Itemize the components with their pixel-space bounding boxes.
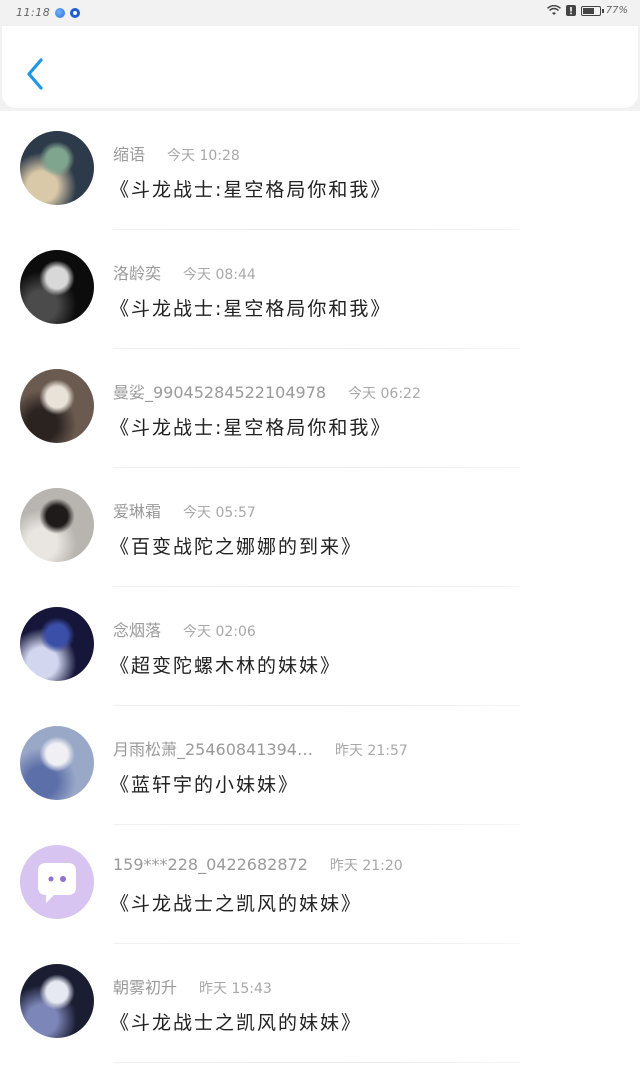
- timestamp: 今天 08:44: [183, 267, 256, 283]
- user-name[interactable]: 朝雾初升: [113, 974, 177, 998]
- timestamp: 昨天 21:20: [329, 858, 403, 874]
- story-title[interactable]: 《斗龙战士之凯风的妹妹》: [110, 1008, 362, 1035]
- status-right: 77%: [546, 5, 628, 16]
- user-name[interactable]: 缩语: [113, 141, 145, 165]
- message-list: 缩语 今天 10:28 《斗龙战士:星空格局你和我》 洛龄奕 今天 08:44 《斗龙战士…: [0, 111, 640, 1067]
- list-item[interactable]: 缩语 今天 10:28 《斗龙战士:星空格局你和我》: [0, 111, 640, 230]
- battery-fill: [582, 7, 595, 14]
- alert-icon: [565, 5, 576, 16]
- user-name[interactable]: 念烟落: [113, 617, 161, 641]
- list-item[interactable]: 月雨松萧_25460841394… 昨天 21:57 《蓝轩宇的小妹妹》: [0, 706, 640, 825]
- story-title[interactable]: 《百变战陀之娜娜的到来》: [110, 532, 362, 559]
- avatar[interactable]: [20, 964, 94, 1038]
- status-bar: 11:18 77%: [0, 0, 640, 26]
- timestamp: 昨天 21:57: [334, 743, 408, 759]
- comment-list-page: 11:18 77% 缩语 今天 10:28 《斗龙战士:星空格局你和我》 洛龄奕…: [0, 0, 640, 1067]
- top-navigation-bar: [2, 26, 638, 108]
- item-meta: 念烟落 今天 02:06: [113, 617, 256, 641]
- divider: [113, 1062, 520, 1063]
- avatar[interactable]: [20, 131, 94, 205]
- timestamp: 今天 10:28: [167, 148, 240, 164]
- list-item[interactable]: 朝雾初升 昨天 15:43 《斗龙战士之凯风的妹妹》: [0, 944, 640, 1063]
- timestamp: 今天 06:22: [348, 386, 421, 402]
- status-time: 11:18: [16, 6, 51, 19]
- avatar[interactable]: [20, 250, 94, 324]
- list-item[interactable]: 洛龄奕 今天 08:44 《斗龙战士:星空格局你和我》: [0, 230, 640, 349]
- user-name[interactable]: 洛龄奕: [113, 260, 161, 284]
- story-title[interactable]: 《超变陀螺木林的妹妹》: [110, 651, 341, 678]
- timestamp: 昨天 15:43: [199, 981, 272, 997]
- list-item[interactable]: 爱琳霜 今天 05:57 《百变战陀之娜娜的到来》: [0, 468, 640, 587]
- list-item[interactable]: 159***228_0422682872 昨天 21:20 《斗龙战士之凯风的妹妹》: [0, 825, 640, 944]
- timestamp: 今天 02:06: [183, 624, 256, 640]
- chevron-left-icon: [27, 58, 43, 90]
- story-title[interactable]: 《斗龙战士之凯风的妹妹》: [110, 889, 362, 916]
- user-name[interactable]: 爱琳霜: [113, 498, 161, 522]
- notification-app-icon: [70, 7, 81, 18]
- battery-percent: 77%: [605, 5, 628, 16]
- story-title[interactable]: 《斗龙战士:星空格局你和我》: [110, 413, 391, 440]
- item-meta: 朝雾初升 昨天 15:43: [113, 974, 272, 998]
- list-item[interactable]: 曼娑_99045284522104978 今天 06:22 《斗龙战士:星空格局你和…: [0, 349, 640, 468]
- item-meta: 洛龄奕 今天 08:44: [113, 260, 256, 284]
- user-name[interactable]: 曼娑_99045284522104978: [113, 379, 326, 403]
- item-meta: 爱琳霜 今天 05:57: [113, 498, 256, 522]
- item-meta: 缩语 今天 10:28: [113, 141, 240, 165]
- story-title[interactable]: 《斗龙战士:星空格局你和我》: [110, 294, 391, 321]
- avatar[interactable]: [20, 488, 94, 562]
- status-left: 11:18: [16, 6, 81, 19]
- item-meta: 月雨松萧_25460841394… 昨天 21:57: [113, 736, 408, 760]
- user-name[interactable]: 159***228_0422682872: [113, 855, 308, 874]
- item-meta: 曼娑_99045284522104978 今天 06:22: [113, 379, 421, 403]
- wifi-icon: [546, 5, 561, 16]
- timestamp: 今天 05:57: [183, 505, 256, 521]
- globe-icon: [55, 7, 66, 18]
- story-title[interactable]: 《斗龙战士:星空格局你和我》: [110, 175, 391, 202]
- story-title[interactable]: 《蓝轩宇的小妹妹》: [110, 770, 299, 797]
- chat-bubble-icon: [38, 863, 76, 903]
- back-button[interactable]: [20, 54, 50, 94]
- avatar[interactable]: [20, 845, 94, 919]
- list-item[interactable]: 念烟落 今天 02:06 《超变陀螺木林的妹妹》: [0, 587, 640, 706]
- battery-icon: [580, 5, 604, 16]
- avatar[interactable]: [20, 726, 94, 800]
- avatar[interactable]: [20, 607, 94, 681]
- avatar[interactable]: [20, 369, 94, 443]
- user-name[interactable]: 月雨松萧_25460841394…: [113, 736, 313, 760]
- item-meta: 159***228_0422682872 昨天 21:20: [113, 855, 403, 875]
